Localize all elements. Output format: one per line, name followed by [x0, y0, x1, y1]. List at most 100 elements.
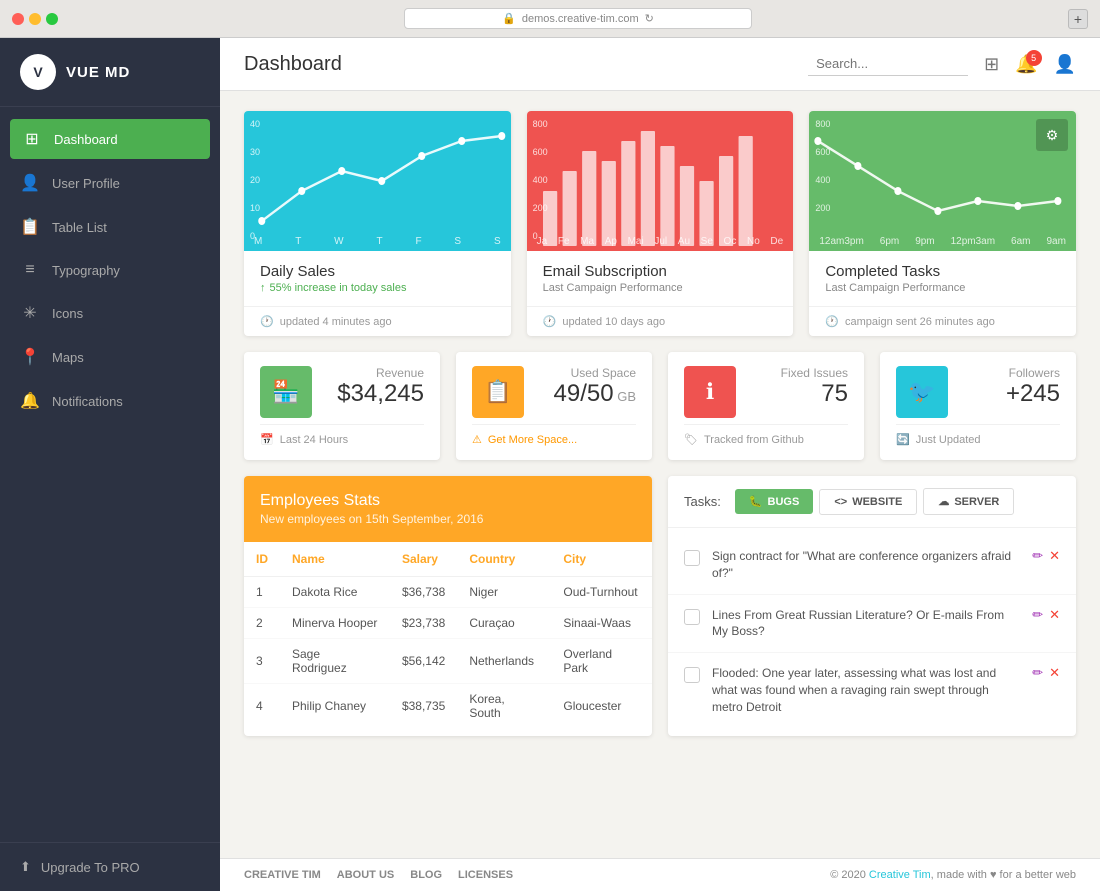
employee-table-title: Employees Stats: [260, 492, 636, 510]
sidebar-item-maps[interactable]: 📍 Maps: [0, 335, 220, 379]
col-city: City: [551, 542, 652, 577]
daily-sales-x-labels: M T W T F S S: [244, 232, 511, 251]
completed-tasks-info: Completed Tasks Last Campaign Performanc…: [809, 251, 1076, 306]
completed-tasks-chart-area: 800 600 400 200: [809, 111, 1076, 251]
tab-bugs[interactable]: 🐛 BUGS: [735, 489, 813, 514]
footer-link-about-us[interactable]: ABOUT US: [337, 869, 394, 881]
task-actions-3: ✏ ✕: [1032, 665, 1060, 681]
gear-button[interactable]: ⚙: [1036, 119, 1068, 151]
upgrade-button[interactable]: ⬆ Upgrade To PRO: [0, 842, 220, 891]
sidebar-label-dashboard: Dashboard: [54, 132, 118, 147]
maps-icon: 📍: [20, 347, 40, 367]
sidebar-item-table-list[interactable]: 📋 Table List: [0, 205, 220, 249]
email-y-labels: 800 600 400 200 0: [533, 119, 548, 241]
footer-link-licenses[interactable]: LICENSES: [458, 869, 513, 881]
col-id: ID: [244, 542, 280, 577]
app-container: V VUE MD ⊞ Dashboard 👤 User Profile 📋 Ta…: [0, 38, 1100, 891]
task-delete-button-1[interactable]: ✕: [1049, 548, 1060, 564]
revenue-footer: 📅 Last 24 Hours: [260, 424, 424, 446]
footer-link-blog[interactable]: BLOG: [410, 869, 442, 881]
user-menu-button[interactable]: 👤: [1054, 54, 1076, 75]
notifications-button[interactable]: 🔔 5: [1015, 54, 1037, 75]
completed-tasks-card: 800 600 400 200: [809, 111, 1076, 336]
daily-sales-title: Daily Sales: [260, 263, 495, 280]
sidebar-item-user-profile[interactable]: 👤 User Profile: [0, 161, 220, 205]
cloud-icon: ☁: [938, 495, 949, 508]
revenue-text: Revenue $34,245: [324, 366, 424, 408]
url-text: demos.creative-tim.com: [522, 13, 639, 25]
cell-salary: $56,142: [390, 639, 457, 684]
sidebar: V VUE MD ⊞ Dashboard 👤 User Profile 📋 Ta…: [0, 38, 220, 891]
fixed-issues-label: Fixed Issues: [748, 366, 848, 380]
employee-data-table: ID Name Salary Country City 1 Dakota Ric…: [244, 542, 652, 728]
daily-sales-subtitle: ↑ 55% increase in today sales: [260, 282, 495, 294]
url-bar[interactable]: 🔒 demos.creative-tim.com ↻: [404, 8, 752, 29]
task-item-2: Lines From Great Russian Literature? Or …: [668, 595, 1076, 654]
calendar-icon: 📅: [260, 433, 274, 446]
new-tab-button[interactable]: +: [1068, 9, 1088, 29]
upgrade-label: Upgrade To PRO: [41, 860, 140, 875]
task-edit-button-3[interactable]: ✏: [1032, 665, 1043, 681]
revenue-card: 🏪 Revenue $34,245 📅 Last 24 Hours: [244, 352, 440, 460]
revenue-value: $34,245: [324, 380, 424, 408]
search-input[interactable]: [808, 52, 968, 76]
followers-value: +245: [960, 380, 1060, 408]
task-actions-2: ✏ ✕: [1032, 607, 1060, 623]
maximize-dot[interactable]: [46, 13, 58, 25]
reload-icon[interactable]: ↻: [645, 12, 654, 25]
task-text-1: Sign contract for "What are conference o…: [712, 548, 1020, 582]
employee-table-header-row: ID Name Salary Country City: [244, 542, 652, 577]
stats-row: 🏪 Revenue $34,245 📅 Last 24 Hours: [244, 352, 1076, 460]
task-edit-button-1[interactable]: ✏: [1032, 548, 1043, 564]
sidebar-item-typography[interactable]: ≡ Typography: [0, 249, 220, 291]
footer-copyright-link[interactable]: Creative Tim: [869, 869, 931, 881]
task-checkbox-1[interactable]: [684, 550, 700, 566]
used-space-footer: ⚠ Get More Space...: [472, 424, 636, 446]
close-dot[interactable]: [12, 13, 24, 25]
task-checkbox-3[interactable]: [684, 667, 700, 683]
task-delete-button-2[interactable]: ✕: [1049, 607, 1060, 623]
tasks-card: Tasks: 🐛 BUGS <> WEBSITE ☁ SERVER: [668, 476, 1076, 736]
sidebar-item-notifications[interactable]: 🔔 Notifications: [0, 379, 220, 423]
employee-table-card: Employees Stats New employees on 15th Se…: [244, 476, 652, 736]
y-label: 600: [533, 147, 548, 157]
email-subscription-subtitle: Last Campaign Performance: [543, 282, 778, 294]
completed-tasks-footer: 🕐 campaign sent 26 minutes ago: [809, 306, 1076, 336]
sidebar-label-table-list: Table List: [52, 220, 107, 235]
footer-links: CREATIVE TIM ABOUT US BLOG LICENSES: [244, 869, 513, 881]
cell-name: Dakota Rice: [280, 577, 390, 608]
tab-server[interactable]: ☁ SERVER: [923, 488, 1014, 515]
cell-name: Philip Chaney: [280, 684, 390, 729]
task-edit-button-2[interactable]: ✏: [1032, 607, 1043, 623]
minimize-dot[interactable]: [29, 13, 41, 25]
y-label: 30: [250, 147, 260, 157]
footer-link-creative-tim[interactable]: CREATIVE TIM: [244, 869, 321, 881]
y-label: 200: [533, 203, 548, 213]
followers-header: 🐦 Followers +245: [896, 366, 1060, 418]
cell-city: Oud-Turnhout: [551, 577, 652, 608]
cell-name: Sage Rodriguez: [280, 639, 390, 684]
x-label-s2: S: [494, 236, 501, 247]
task-text-2: Lines From Great Russian Literature? Or …: [712, 607, 1020, 641]
followers-footer: 🔄 Just Updated: [896, 424, 1060, 446]
tag-icon: 🏷: [684, 433, 698, 446]
fixed-issues-icon-box: ℹ: [684, 366, 736, 418]
sidebar-item-icons[interactable]: ✳ Icons: [0, 291, 220, 335]
task-checkbox-2[interactable]: [684, 609, 700, 625]
clock-icon: 🕐: [825, 315, 839, 328]
revenue-label: Revenue: [324, 366, 424, 380]
email-subscription-info: Email Subscription Last Campaign Perform…: [527, 251, 794, 306]
task-delete-button-3[interactable]: ✕: [1049, 665, 1060, 681]
header-right: ⊞ 🔔 5 👤: [808, 52, 1076, 76]
bug-icon: 🐛: [749, 495, 763, 508]
table-list-icon: 📋: [20, 217, 40, 237]
cell-country: Curaçao: [457, 608, 551, 639]
grid-view-button[interactable]: ⊞: [984, 54, 999, 75]
sidebar-item-dashboard[interactable]: ⊞ Dashboard: [10, 119, 210, 159]
fixed-issues-header: ℹ Fixed Issues 75: [684, 366, 848, 418]
used-space-header: 📋 Used Space 49/50 GB: [472, 366, 636, 418]
fixed-issues-card: ℹ Fixed Issues 75 🏷 Tracked from Github: [668, 352, 864, 460]
tab-website[interactable]: <> WEBSITE: [819, 489, 917, 515]
sidebar-label-maps: Maps: [52, 350, 84, 365]
cell-salary: $38,735: [390, 684, 457, 729]
